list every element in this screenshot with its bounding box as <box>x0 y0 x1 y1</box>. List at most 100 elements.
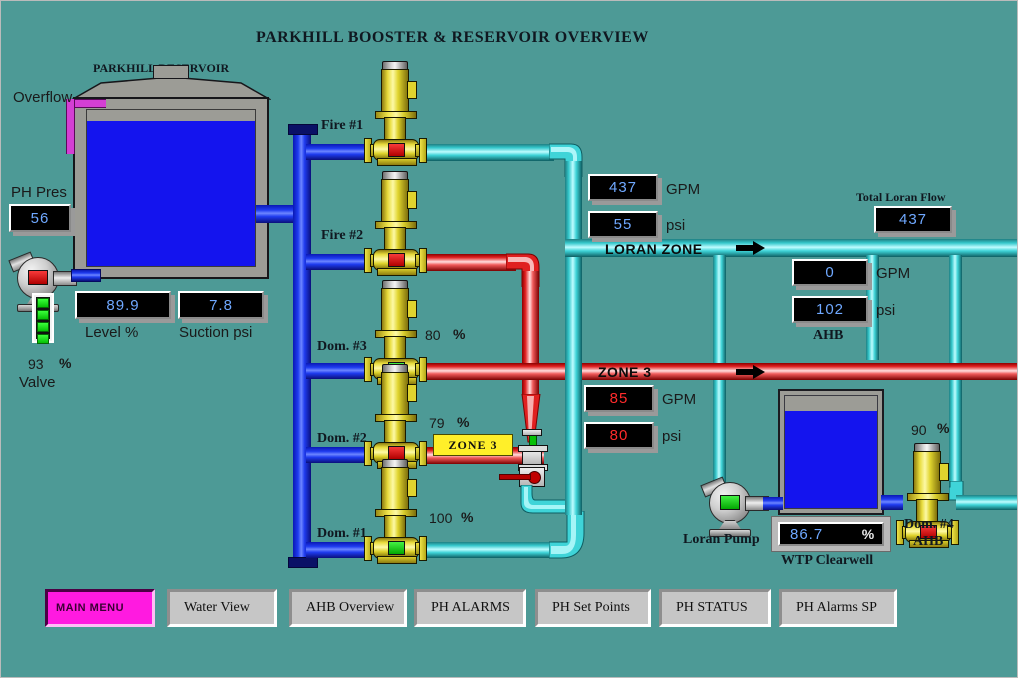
pump-terminal-box <box>939 463 949 481</box>
pump-dom2[interactable] <box>364 362 427 469</box>
pump-status-indicator <box>388 253 405 267</box>
pump-terminal-box <box>407 479 417 497</box>
zone3-valve-flange-top <box>518 445 548 452</box>
pump-discharge-flange <box>419 138 427 163</box>
pump-status-indicator <box>28 270 48 285</box>
nav-button-ahb-overview[interactable]: AHB Overview <box>289 589 407 627</box>
total-loran-flow-label: Total Loran Flow <box>856 190 946 204</box>
ahb-psi-label: psi <box>876 302 896 319</box>
zone3-pipe-label: ZONE 3 <box>598 364 652 380</box>
nav-button-main-menu[interactable]: MAIN MENU <box>45 589 155 627</box>
pump-label-dom2: Dom. #2 <box>317 431 367 446</box>
nav-button-water-view[interactable]: Water View <box>167 589 277 627</box>
zone3-tag: ZONE 3 <box>433 434 513 456</box>
pump-motor <box>381 372 409 416</box>
suction-branch-fire2 <box>306 254 366 270</box>
ph-pres-label: PH Pres <box>11 184 67 201</box>
bypass-valve-handle[interactable] <box>499 474 531 480</box>
zone3-flow-arrow-icon <box>736 365 765 379</box>
dom1-riser-pipe <box>565 257 582 515</box>
loran-gpm-readout: 437 <box>588 174 658 201</box>
pump-terminal-box <box>407 81 417 99</box>
suction-psi-readout: 7.8 <box>178 291 264 319</box>
loran-flow-arrow-icon <box>736 241 765 255</box>
clearwell-water <box>785 411 877 508</box>
dom4-label-line1: Dom. #4 <box>904 517 954 532</box>
pump-label-dom1: Dom. #1 <box>317 526 367 541</box>
pump-status-indicator <box>388 541 405 555</box>
nav-button-ph-set-points[interactable]: PH Set Points <box>535 589 651 627</box>
dom4-label-line2: AHB <box>913 534 944 549</box>
reservoir-level-label: Level % <box>85 324 139 341</box>
suction-header-top-cap <box>288 124 318 135</box>
dom3-discharge-pipe <box>426 363 1017 380</box>
nav-button-ph-alarms[interactable]: PH ALARMS <box>414 589 526 627</box>
pump-discharge-flange <box>419 536 427 561</box>
ahb-gpm-readout: 0 <box>792 259 868 286</box>
loran-pump[interactable] <box>700 474 771 538</box>
pump-speed-symbol-dom3: % <box>453 326 466 342</box>
reservoir-water <box>87 121 255 266</box>
nav-button-ph-status[interactable]: PH STATUS <box>659 589 771 627</box>
pump-motor <box>381 179 409 223</box>
loran-riser-pipe <box>565 161 582 244</box>
fire1-discharge-pipe <box>426 144 554 161</box>
suction-branch-fire1 <box>306 144 366 160</box>
zone3-gpm-label: GPM <box>662 391 697 408</box>
pump-label-fire1: Fire #1 <box>321 118 364 133</box>
suction-branch-dom3 <box>306 363 366 379</box>
suction-branch-dom1 <box>306 542 366 558</box>
hmi-screen: PARKHILL BOOSTER & RESERVOIR OVERVIEW PA… <box>0 0 1018 678</box>
loran-pump-label: Loran Pump <box>683 532 760 547</box>
zone3-psi-readout: 80 <box>584 422 654 449</box>
dom4-discharge-pipe <box>956 495 1017 510</box>
suction-psi-label: Suction psi <box>179 324 253 341</box>
loran-gpm-label: GPM <box>666 181 701 198</box>
reservoir-hatch <box>153 65 189 79</box>
overflow-label: Overflow <box>13 89 73 106</box>
pump-motor <box>913 451 941 495</box>
pump-terminal-box <box>407 384 417 402</box>
clearwell-percent-symbol: % <box>856 524 880 544</box>
valve-position-value: 93 <box>28 356 44 372</box>
pump-status-indicator <box>388 143 405 157</box>
dom4-suction-pipe <box>881 495 903 510</box>
pump-speed-dom1: 100 <box>429 510 453 526</box>
nav-button-ph-alarms-sp[interactable]: PH Alarms SP <box>779 589 897 627</box>
page-title: PARKHILL BOOSTER & RESERVOIR OVERVIEW <box>256 29 649 46</box>
pump-motor <box>381 69 409 113</box>
pump-terminal-box <box>407 191 417 209</box>
zone3-psi-label: psi <box>662 428 682 445</box>
valve-position-gauge <box>32 293 54 344</box>
ahb-label: AHB <box>813 328 844 343</box>
pump-motor <box>381 288 409 332</box>
valve-label: Valve <box>19 374 56 391</box>
pump-baseplate <box>377 556 417 564</box>
pump-baseplate <box>377 268 417 276</box>
ph-pres-readout: 56 <box>9 204 71 232</box>
pump-label-fire2: Fire #2 <box>321 228 364 243</box>
pump-motor <box>381 467 409 511</box>
ahb-psi-readout: 102 <box>792 296 868 323</box>
zone3-valve-handle[interactable] <box>522 429 542 436</box>
dom1-elbow <box>549 511 585 559</box>
pump-fire1[interactable] <box>364 59 427 166</box>
dom4-speed-value: 90 <box>911 422 927 438</box>
total-loran-flow-readout: 437 <box>874 206 952 233</box>
pump-speed-dom2: 79 <box>429 415 445 431</box>
pump-dom1[interactable] <box>364 457 427 564</box>
suction-discharge-pipe <box>71 269 101 282</box>
valve-percent-symbol: % <box>59 355 72 371</box>
dom1-discharge-pipe <box>426 542 554 558</box>
pump-label-dom3: Dom. #3 <box>317 339 367 354</box>
pump-fire2[interactable] <box>364 169 427 276</box>
reservoir-level-readout: 89.9 <box>75 291 171 319</box>
pump-baseplate <box>377 158 417 166</box>
pump-discharge-flange <box>419 248 427 273</box>
suction-header-vertical <box>293 129 311 563</box>
zone3-gpm-readout: 85 <box>584 385 654 412</box>
pump-speed-dom3: 80 <box>425 327 441 343</box>
pump-status-indicator <box>720 495 740 510</box>
pump-terminal-box <box>407 300 417 318</box>
pump-speed-symbol-dom1: % <box>461 509 474 525</box>
